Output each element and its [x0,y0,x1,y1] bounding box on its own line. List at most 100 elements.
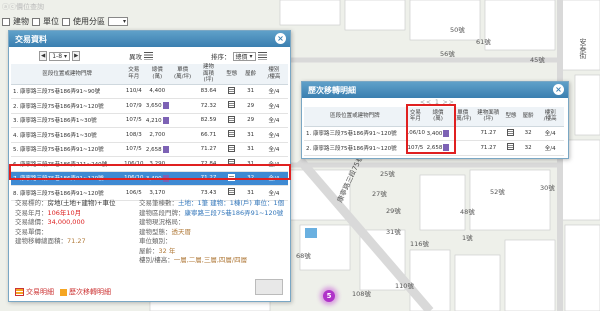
row-number: 4 [13,132,17,139]
address-cell: 1. 康寧路三段75巷186弄91~120號 [304,126,406,141]
address-cell: 2. 康寧路三段75巷186弄91~120號 [11,98,124,114]
chevron-down-icon: ▾ [64,52,68,60]
trade-table: 區段位置或建物門牌 交易 年月 總價 (萬) 單價 (萬/坪) 建物 面積 (坪) 型態 … [11,64,288,201]
date-cell: 108/3 [123,127,145,143]
address-text: 康寧路三段75巷186弄91~120號 [313,145,397,152]
house-num: 52號 [490,188,505,196]
row-number: 8 [13,190,17,197]
trade-panel-header[interactable]: 交易資料 × [9,31,290,47]
unit-price-cell [170,84,196,99]
zoning-label: 使用分區 [73,17,105,26]
unit-price-cell [170,127,196,143]
detail-value: 房地(土地+建物)+車位 [47,199,116,207]
detail-value: 一層,二層,三層,四層/四層 [173,256,248,264]
col-header[interactable]: 樓別/樓高 [536,107,564,127]
area-cell: 66.71 [195,127,223,143]
col-header[interactable]: 樓別/樓高 [259,64,288,85]
table-row[interactable]: 2. 康寧路三段75巷186弄91~120號 107/9 3,650 72.32 29 全… [11,98,288,114]
sort-icon[interactable] [257,52,267,60]
table-row[interactable]: 3. 康寧路三段75巷186弄1~30號 107/5 4,210 82.59 29 全/4 [11,113,288,128]
unit-price-cell [170,142,196,157]
detail-left: 交易標的：房地(土地+建物)+車位 交易年月：106年10月 交易總價：34,000… [15,199,135,247]
total-price-text: 2,658 [145,146,162,153]
detail-value: 71.27 [67,237,86,245]
close-icon[interactable]: × [553,84,564,95]
date-cell: 107/5 [123,113,145,128]
price-column-highlight-box [406,104,456,154]
age-cell: 31 [241,84,260,99]
col-header[interactable]: 建物面積(坪) [474,107,503,127]
col-header[interactable]: 型態 [222,64,242,85]
trans-panel-header[interactable]: 歷次移轉明細 × [302,82,568,98]
col-header[interactable]: 單價 (萬/坪) [170,64,196,85]
zoning-select[interactable]: ▾ [108,17,128,26]
detail-row: 交易單價： [15,228,135,238]
building-checkbox[interactable] [2,17,10,26]
floor-cell: 全/4 [536,126,564,141]
trade-detail-button[interactable]: 交易明細 [26,287,54,297]
floor-cell: 全/4 [259,84,288,99]
col-header[interactable]: 交易 年月 [123,64,145,85]
prev-page-button[interactable]: ◀ [39,51,48,61]
total-price-cell: 4,210 [144,113,171,128]
total-price-text: 4,400 [149,88,166,95]
total-price-cell: 2,658 [144,142,171,157]
transaction-marker[interactable]: 5 [323,290,335,302]
col-header[interactable]: 型態 [502,107,520,127]
age-cell: 31 [241,127,260,143]
floor-cell: 全/4 [259,98,288,114]
address-text: 康寧路三段75巷186弄91~120號 [313,131,397,138]
address-cell: 2. 康寧路三段75巷186弄91~120號 [304,140,406,156]
unit-label: 單位 [43,17,59,26]
col-header[interactable]: 總價 (萬) [144,64,171,85]
address-cell: 5. 康寧路三段75巷186弄91~120號 [11,142,124,157]
building-type-icon [228,130,236,138]
detail-row: 交易年月：106年10月 [15,209,135,219]
detail-row: 交易標的：房地(土地+建物)+車位 [15,199,135,209]
open-all-control[interactable]: 異攻 [129,51,153,61]
table-row[interactable]: 8. 康寧路三段75巷186弄91~120號 106/5 3,170 73.43 31 全… [11,185,288,201]
next-page-button[interactable]: ▶ [72,51,81,61]
address-text: 康寧路三段75巷186弄91~120號 [20,190,104,197]
zoning-checkbox[interactable] [62,17,70,26]
type-cell [222,142,242,157]
col-header[interactable]: 屋齡 [241,64,260,85]
date-cell: 110/4 [123,84,145,99]
floor-cell: 全/4 [259,185,288,201]
date-cell: 107/5 [123,142,145,157]
age-cell: 32 [519,140,537,156]
total-price-cell: 4,400 [144,84,171,99]
total-price-text: 2,700 [149,131,166,138]
unit-checkbox[interactable] [32,17,40,26]
page-select[interactable]: 1-8 ▾ [49,51,71,61]
detail-row: 建物型態：透天厝 [139,228,289,238]
detail-label: 交易單價： [15,227,48,236]
house-num: 116號 [410,240,429,248]
col-header[interactable]: 區段位置或建物門牌 [11,64,124,85]
col-header[interactable]: 建物面積(坪) [195,64,223,85]
detail-row: 交易筆棟數：土地：1筆 建物：1棟(戶) 車位：1個 [139,199,289,209]
table-row[interactable]: 4. 康寧路三段75巷186弄1~30號 108/3 2,700 66.71 31 全/4 [11,127,288,143]
age-cell: 29 [241,113,260,128]
share-thumbnail[interactable] [255,279,283,295]
table-row[interactable]: 5. 康寧路三段75巷186弄91~120號 107/5 2,658 71.27 31 全… [11,142,288,157]
detail-label: 屋齡： [139,246,159,255]
col-header[interactable]: 區段位置或建物門牌 [304,107,406,127]
unit-price-cell [170,113,196,128]
sort-label: 排序： [211,53,231,61]
building-type-icon [228,144,236,152]
transfer-history-button[interactable]: 歷次移轉明細 [69,287,111,297]
col-header[interactable]: 屋齡 [519,107,537,127]
close-icon[interactable]: × [275,33,286,44]
area-cell: 71.27 [195,142,223,157]
sort-select[interactable]: 總價 ▾ [232,51,256,61]
detail-label: 交易年月： [15,208,48,217]
page-select-value: 1-8 [52,52,63,60]
detail-row: 樓別/樓高：一層,二層,三層,四層/四層 [139,256,289,266]
house-num: 1號 [462,234,473,242]
floor-cell: 全/4 [259,142,288,157]
type-cell [222,185,242,201]
house-num: 25號 [380,170,395,178]
type-cell [222,127,242,143]
table-row[interactable]: 1. 康寧路三段75巷186弄91~90號 110/4 4,400 83.64 31 全/… [11,84,288,99]
